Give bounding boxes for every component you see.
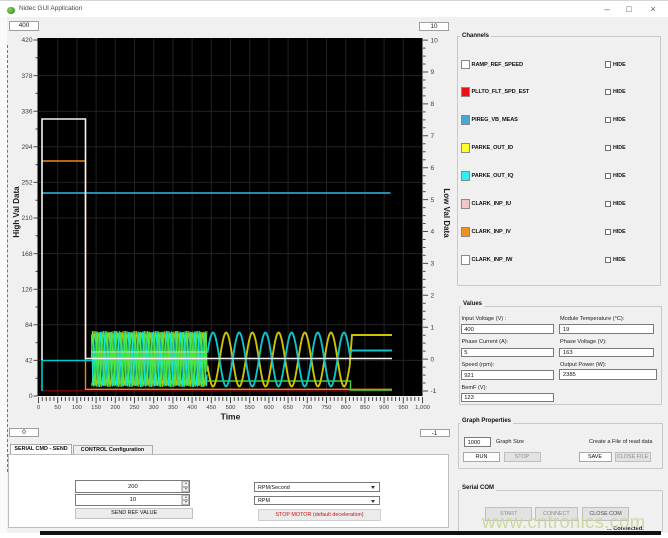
svg-text:850: 850 xyxy=(360,405,371,411)
svg-text:High Val Data: High Val Data xyxy=(12,186,21,238)
svg-text:0: 0 xyxy=(29,393,33,400)
svg-text:350: 350 xyxy=(168,405,179,411)
svg-text:950: 950 xyxy=(398,405,409,411)
svg-text:400: 400 xyxy=(187,405,198,411)
svg-text:300: 300 xyxy=(149,405,160,411)
svg-text:0: 0 xyxy=(431,356,435,363)
svg-text:336: 336 xyxy=(21,108,32,115)
svg-text:7: 7 xyxy=(431,133,435,140)
svg-text:450: 450 xyxy=(206,405,217,411)
svg-text:1: 1 xyxy=(431,324,435,331)
svg-text:600: 600 xyxy=(264,405,275,411)
svg-text:1,000: 1,000 xyxy=(415,405,430,411)
svg-text:Time: Time xyxy=(221,412,241,422)
svg-text:168: 168 xyxy=(21,251,32,258)
svg-text:750: 750 xyxy=(322,405,333,411)
svg-text:250: 250 xyxy=(130,405,141,411)
svg-text:126: 126 xyxy=(21,286,32,293)
svg-text:650: 650 xyxy=(283,405,294,411)
svg-text:42: 42 xyxy=(25,358,33,365)
svg-text:Low Val Data: Low Val Data xyxy=(442,188,451,238)
svg-text:100: 100 xyxy=(72,405,83,411)
svg-text:378: 378 xyxy=(21,73,32,80)
svg-text:-1: -1 xyxy=(431,388,437,395)
svg-text:420: 420 xyxy=(21,37,32,44)
svg-text:6: 6 xyxy=(431,165,435,172)
svg-text:252: 252 xyxy=(21,180,32,187)
svg-text:210: 210 xyxy=(21,215,32,222)
svg-text:9: 9 xyxy=(431,69,435,76)
svg-text:700: 700 xyxy=(302,405,313,411)
svg-text:800: 800 xyxy=(341,405,352,411)
svg-text:4: 4 xyxy=(431,229,435,236)
svg-text:8: 8 xyxy=(431,101,435,108)
svg-text:2: 2 xyxy=(431,293,435,300)
svg-text:84: 84 xyxy=(25,322,33,329)
svg-text:5: 5 xyxy=(431,197,435,204)
svg-text:550: 550 xyxy=(245,405,256,411)
svg-text:200: 200 xyxy=(110,405,121,411)
svg-text:500: 500 xyxy=(226,405,237,411)
svg-text:150: 150 xyxy=(91,405,102,411)
svg-text:10: 10 xyxy=(431,37,439,44)
svg-text:3: 3 xyxy=(431,261,435,268)
svg-text:294: 294 xyxy=(21,144,32,151)
svg-text:900: 900 xyxy=(379,405,390,411)
svg-text:50: 50 xyxy=(54,405,61,411)
svg-text:0: 0 xyxy=(37,405,41,411)
